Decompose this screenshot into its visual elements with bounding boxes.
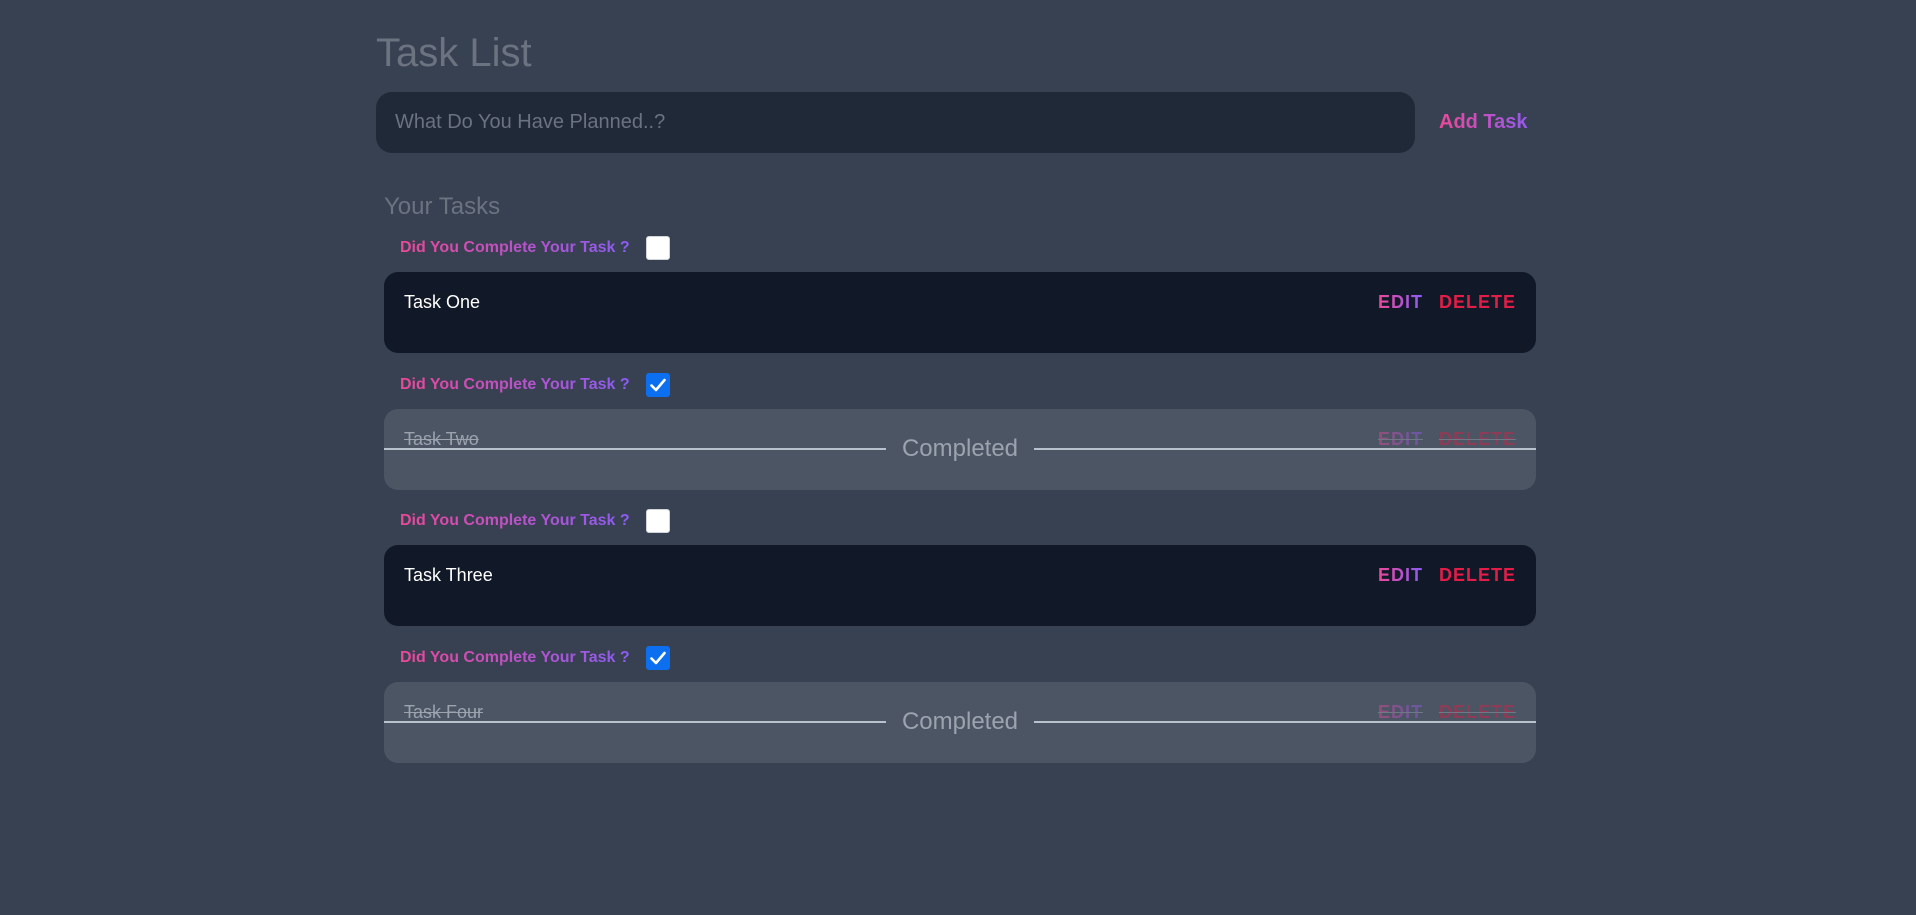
- overlay-line: [384, 721, 886, 723]
- task-card: Task Two EDIT DELETE Completed: [384, 409, 1536, 490]
- task-card: Task Three EDIT DELETE: [384, 545, 1536, 626]
- complete-checkbox[interactable]: [645, 236, 670, 260]
- overlay-line: [1034, 721, 1536, 723]
- new-task-input[interactable]: [376, 92, 1415, 153]
- task-name: Task Three: [404, 565, 493, 585]
- tasks-heading: Your Tasks: [384, 193, 501, 220]
- edit-button[interactable]: EDIT: [1378, 292, 1423, 313]
- checkmark-icon: [649, 651, 666, 665]
- task-actions: EDIT DELETE: [1378, 292, 1516, 313]
- complete-row: Did You Complete Your Task ?: [400, 509, 670, 533]
- completed-label: Completed: [901, 708, 1019, 735]
- overlay-line: [384, 448, 886, 450]
- complete-prompt: Did You Complete Your Task ?: [400, 239, 630, 256]
- completed-overlay: Completed: [384, 435, 1536, 462]
- delete-button[interactable]: DELETE: [1439, 292, 1516, 313]
- add-task-button[interactable]: Add Task: [1439, 92, 1539, 153]
- complete-checkbox[interactable]: [645, 646, 670, 670]
- completed-label: Completed: [901, 435, 1019, 462]
- task-card: Task Four EDIT DELETE Completed: [384, 682, 1536, 763]
- page-title: Task List: [376, 31, 532, 75]
- new-task-form: Add Task: [376, 92, 1540, 153]
- task-name: Task One: [404, 292, 481, 312]
- complete-row: Did You Complete Your Task ?: [400, 236, 670, 260]
- checkmark-icon: [649, 378, 666, 392]
- overlay-line: [1034, 448, 1536, 450]
- complete-checkbox[interactable]: [645, 509, 670, 533]
- delete-button[interactable]: DELETE: [1439, 565, 1516, 586]
- complete-prompt: Did You Complete Your Task ?: [400, 512, 630, 529]
- task-card: Task One EDIT DELETE: [384, 272, 1536, 353]
- edit-button[interactable]: EDIT: [1378, 565, 1423, 586]
- complete-checkbox[interactable]: [645, 373, 670, 397]
- task-actions: EDIT DELETE: [1378, 565, 1516, 586]
- completed-overlay: Completed: [384, 708, 1536, 735]
- complete-row: Did You Complete Your Task ?: [400, 646, 670, 670]
- complete-prompt: Did You Complete Your Task ?: [400, 649, 630, 666]
- complete-row: Did You Complete Your Task ?: [400, 373, 670, 397]
- complete-prompt: Did You Complete Your Task ?: [400, 376, 630, 393]
